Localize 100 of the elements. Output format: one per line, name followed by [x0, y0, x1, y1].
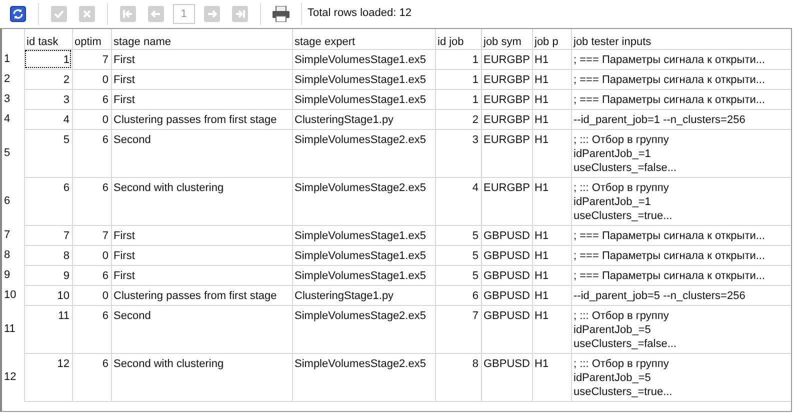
table-cell: SimpleVolumesStage1.ex5 — [292, 245, 435, 265]
table-cell: H1 — [532, 109, 571, 129]
table-cell: 6 — [72, 177, 111, 225]
row-number: 1 — [2, 49, 24, 69]
row-number: 3 — [2, 89, 24, 109]
table-cell: GBPUSD — [481, 265, 532, 285]
table-cell-line: useClusters_=false... — [574, 336, 678, 350]
table-cell: 5 — [435, 225, 481, 245]
table-cell-line: ; === Параметры сигнала к открыти... — [574, 268, 766, 282]
table-cell: 8 — [435, 353, 481, 401]
row-number: 5 — [2, 129, 24, 177]
table-cell: GBPUSD — [481, 245, 532, 265]
table-cell: GBPUSD — [481, 353, 532, 401]
next-page-icon — [204, 6, 220, 22]
table-cell: 4 — [435, 177, 481, 225]
table-cell: H1 — [532, 305, 571, 353]
table-cell: EURGBP — [481, 177, 532, 225]
table-cell: H1 — [532, 285, 571, 305]
table-cell: SimpleVolumesStage2.ex5 — [292, 353, 435, 401]
table-cell: 6 — [24, 177, 72, 225]
column-header[interactable]: job p — [532, 29, 571, 49]
table-cell-line: useClusters_=true... — [574, 384, 674, 398]
table-cell: 3 — [435, 129, 481, 177]
table-cell: 6 — [72, 353, 111, 401]
column-header[interactable]: stage name — [111, 29, 292, 49]
table-cell-line: ; === Параметры сигнала к открыти... — [574, 248, 766, 262]
table-cell: SimpleVolumesStage1.ex5 — [292, 89, 435, 109]
table-cell: H1 — [532, 49, 571, 69]
table-cell: 7 — [72, 49, 111, 69]
table-cell-line: ; === Параметры сигнала к открыти... — [574, 92, 766, 106]
table-cell-line: idParentJob_=1 — [574, 146, 652, 160]
table-cell: 5 — [435, 245, 481, 265]
table-cell-line: ; ::: Отбор в группу — [574, 308, 670, 322]
table-cell: SimpleVolumesStage1.ex5 — [292, 265, 435, 285]
table-cell: SimpleVolumesStage2.ex5 — [292, 177, 435, 225]
table-cell-line: ; ::: Отбор в группу — [574, 180, 670, 194]
row-number: 8 — [2, 245, 24, 265]
table-cell: H1 — [532, 89, 571, 109]
column-header[interactable]: stage expert — [292, 29, 435, 49]
table-cell: 6 — [72, 305, 111, 353]
refresh-icon — [10, 6, 26, 22]
table-cell: Second with clustering — [111, 353, 292, 401]
table-cell: 2 — [24, 69, 72, 89]
column-header[interactable]: optim — [72, 29, 111, 49]
table-cell: First — [111, 89, 292, 109]
column-header[interactable]: id job — [435, 29, 481, 49]
table-cell: Clustering passes from first stage — [111, 109, 292, 129]
table-cell: GBPUSD — [481, 225, 532, 245]
first-page-icon — [120, 6, 136, 22]
row-number: 4 — [2, 109, 24, 129]
table-cell: SimpleVolumesStage1.ex5 — [292, 49, 435, 69]
table-cell: Second with clustering — [111, 177, 292, 225]
table-cell-line: idParentJob_=5 — [574, 322, 652, 336]
table-cell: H1 — [532, 353, 571, 401]
table-cell-line: ; === Параметры сигнала к открыти... — [574, 228, 766, 242]
table-cell: 7 — [24, 225, 72, 245]
table-cell: First — [111, 265, 292, 285]
table-cell: EURGBP — [481, 109, 532, 129]
table-cell: SimpleVolumesStage1.ex5 — [292, 225, 435, 245]
table-cell: 1 — [435, 49, 481, 69]
table-cell: SimpleVolumesStage2.ex5 — [292, 305, 435, 353]
table-cell: SimpleVolumesStage2.ex5 — [292, 129, 435, 177]
table-cell: H1 — [532, 225, 571, 245]
cancel-icon — [79, 6, 95, 22]
prev-page-icon — [148, 6, 164, 22]
table-cell: H1 — [532, 245, 571, 265]
table-cell: 0 — [72, 285, 111, 305]
printer-icon — [272, 6, 290, 22]
table-cell: 1 — [435, 89, 481, 109]
table-cell: EURGBP — [481, 89, 532, 109]
column-header[interactable]: job sym — [481, 29, 532, 49]
table-cell: H1 — [532, 69, 571, 89]
status-text: Total rows loaded: 12 — [308, 6, 412, 22]
table-cell-line: ; === Параметры сигнала к открыти... — [574, 72, 766, 86]
table-cell: 12 — [24, 353, 72, 401]
column-header[interactable]: id task — [24, 29, 72, 49]
row-number: 11 — [2, 305, 24, 353]
row-number: 7 — [2, 225, 24, 245]
column-header[interactable]: job tester inputs — [571, 29, 791, 49]
table-cell: 6 — [435, 285, 481, 305]
row-number: 2 — [2, 69, 24, 89]
table-cell: 6 — [72, 265, 111, 285]
row-number: 9 — [2, 265, 24, 285]
table-cell-line: useClusters_=false... — [574, 160, 678, 174]
table-cell-line: ; === Параметры сигнала к открыти... — [574, 52, 766, 66]
table-cell: EURGBP — [481, 69, 532, 89]
table-cell: 8 — [24, 245, 72, 265]
table-cell: First — [111, 225, 292, 245]
row-number: 6 — [2, 177, 24, 225]
table-cell: Second — [111, 129, 292, 177]
last-page-icon — [232, 6, 248, 22]
table-cell: EURGBP — [481, 49, 532, 69]
row-number: 12 — [2, 353, 24, 401]
table-cell: 5 — [435, 265, 481, 285]
table-cell: 2 — [435, 109, 481, 129]
table-cell: H1 — [532, 177, 571, 225]
table-cell: 7 — [435, 305, 481, 353]
table-cell: 7 — [72, 225, 111, 245]
table-cell: EURGBP — [481, 129, 532, 177]
table-cell: 1 — [435, 69, 481, 89]
